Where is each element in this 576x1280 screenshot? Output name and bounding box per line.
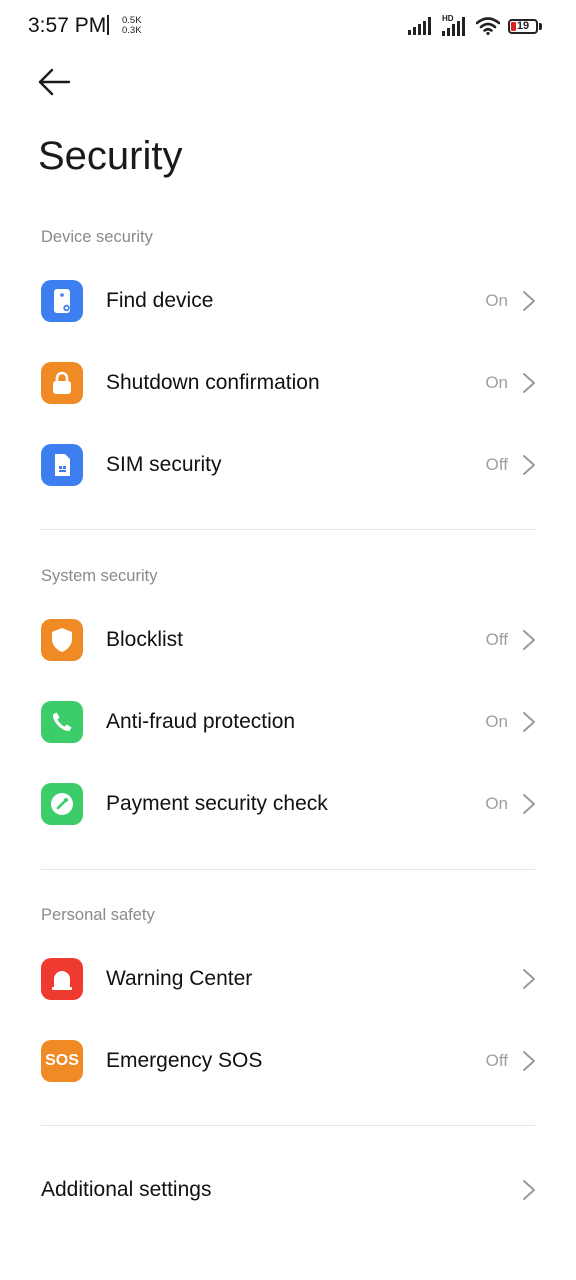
sos-icon-text: SOS <box>45 1052 79 1069</box>
row-warning-center[interactable]: Warning Center <box>0 938 576 1020</box>
chevron-right-icon <box>523 794 535 814</box>
wifi-icon <box>476 17 500 35</box>
sos-icon: SOS <box>41 1040 83 1082</box>
back-button[interactable] <box>36 66 80 102</box>
status-bar: 3:57 PM 0.5K 0.3K HD 19 <box>0 0 576 56</box>
row-payment-security-check[interactable]: Payment security check On <box>0 763 576 845</box>
row-value: On <box>485 712 508 731</box>
status-time: 3:57 PM <box>28 14 107 37</box>
chevron-right-icon <box>523 373 535 393</box>
row-shutdown-confirmation[interactable]: Shutdown confirmation On <box>0 342 576 424</box>
row-label: Emergency SOS <box>106 1049 263 1072</box>
divider <box>41 869 535 870</box>
row-label: Find device <box>106 289 214 312</box>
chevron-right-icon <box>523 969 535 989</box>
net-speed-down: 0.3K <box>122 25 142 36</box>
divider <box>41 1125 535 1126</box>
shield-icon <box>41 619 83 661</box>
row-value: Off <box>485 1051 508 1070</box>
chevron-right-icon <box>523 1051 535 1071</box>
row-value: On <box>485 373 508 392</box>
section-label-device-security: Device security <box>41 228 153 246</box>
divider <box>41 529 535 530</box>
row-label: Payment security check <box>106 792 328 815</box>
chevron-right-icon <box>523 455 535 475</box>
lock-icon <box>41 362 83 404</box>
chevron-right-icon <box>523 1180 535 1200</box>
alarm-icon <box>41 958 83 1000</box>
arrow-left-icon <box>38 68 71 96</box>
battery-icon: 19 <box>508 18 542 34</box>
row-value: On <box>485 794 508 813</box>
section-label-personal-safety: Personal safety <box>41 906 155 924</box>
row-label: Anti-fraud protection <box>106 710 296 733</box>
row-label: Shutdown confirmation <box>106 371 320 394</box>
section-label-system-security: System security <box>41 567 158 585</box>
signal-icon <box>408 17 431 35</box>
row-label: SIM security <box>106 453 222 476</box>
chevron-right-icon <box>523 712 535 732</box>
row-emergency-sos[interactable]: SOS Emergency SOS Off <box>0 1020 576 1102</box>
network-speed: 0.5K 0.3K <box>122 16 142 36</box>
row-value: On <box>485 291 508 310</box>
chevron-right-icon <box>523 630 535 650</box>
row-value: Off <box>485 630 508 649</box>
status-separator <box>107 15 109 35</box>
sim-card-icon <box>41 444 83 486</box>
compass-check-icon <box>41 783 83 825</box>
row-value: Off <box>485 455 508 474</box>
chevron-right-icon <box>523 291 535 311</box>
status-icons: HD 19 <box>408 14 542 36</box>
hd-signal-icon: HD <box>442 14 468 36</box>
battery-percent: 19 <box>516 19 530 32</box>
row-find-device[interactable]: Find device On <box>0 260 576 342</box>
row-label: Additional settings <box>41 1178 212 1201</box>
phone-icon <box>41 701 83 743</box>
row-anti-fraud-protection[interactable]: Anti-fraud protection On <box>0 681 576 763</box>
row-blocklist[interactable]: Blocklist Off <box>0 599 576 681</box>
row-label: Warning Center <box>106 967 253 990</box>
row-sim-security[interactable]: SIM security Off <box>0 424 576 506</box>
page-title: Security <box>38 134 183 178</box>
row-additional-settings[interactable]: Additional settings <box>0 1149 576 1231</box>
find-device-icon <box>41 280 83 322</box>
row-label: Blocklist <box>106 628 184 651</box>
